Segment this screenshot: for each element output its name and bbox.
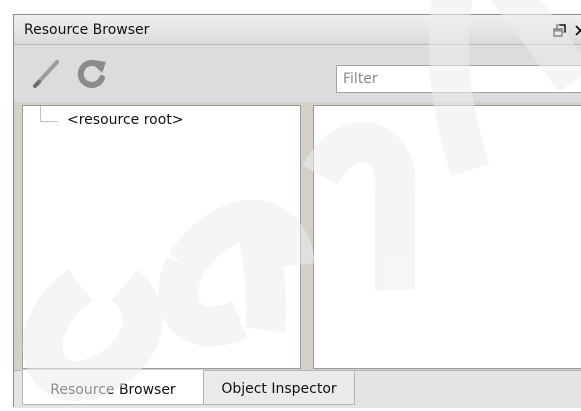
refresh-button[interactable] bbox=[74, 57, 110, 93]
refresh-icon bbox=[75, 56, 109, 94]
restore-window-button[interactable] bbox=[551, 22, 567, 38]
pencil-icon bbox=[29, 56, 63, 94]
title-controls bbox=[551, 22, 581, 38]
resource-tree[interactable]: <resource root> bbox=[22, 105, 301, 369]
close-icon bbox=[574, 24, 581, 36]
panel-title: Resource Browser bbox=[24, 22, 150, 38]
edit-button[interactable] bbox=[28, 57, 64, 93]
screen: Resource Browser Filter <resource root> … bbox=[0, 0, 581, 411]
close-panel-button[interactable] bbox=[573, 22, 581, 38]
panel-title-bar[interactable]: Resource Browser bbox=[14, 15, 581, 45]
resource-browser-panel: Resource Browser Filter <resource root> … bbox=[13, 14, 581, 408]
tree-item-label: <resource root> bbox=[67, 112, 184, 128]
filter-input[interactable] bbox=[336, 65, 581, 93]
tree-connector-line bbox=[40, 106, 58, 122]
toolbar bbox=[14, 45, 581, 102]
resource-list[interactable] bbox=[313, 105, 581, 369]
tab-object-inspector[interactable]: Object Inspector bbox=[204, 371, 355, 405]
tab-resource-browser[interactable]: Resource Browser bbox=[22, 370, 204, 405]
tree-item-resource-root[interactable]: <resource root> bbox=[23, 106, 300, 130]
restore-window-icon bbox=[552, 23, 566, 37]
panel-tab-bar: Resource Browser Object Inspector bbox=[14, 370, 581, 408]
